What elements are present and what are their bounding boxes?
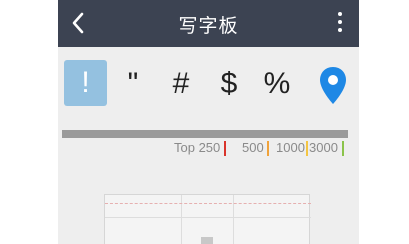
symbol-percent-button[interactable]: % xyxy=(255,60,299,108)
rank-marker-500 xyxy=(267,141,269,156)
symbol-exclamation-button[interactable]: ! xyxy=(64,60,107,106)
rank-marker-1000 xyxy=(306,141,308,156)
rank-label-3000: 3000 xyxy=(309,140,338,155)
rank-label-1000: 1000 xyxy=(276,140,305,155)
more-options-button[interactable] xyxy=(335,11,345,35)
rank-marker-3000 xyxy=(342,141,344,156)
rank-scale: Top 250 500 1000 3000 xyxy=(58,140,359,158)
more-vertical-icon xyxy=(338,12,342,16)
app-bar: 写字板 xyxy=(58,0,359,47)
symbol-quote-button[interactable]: " xyxy=(111,60,155,108)
app-screen: 写字板 ! " # $ % Top 250 500 1000 3000 xyxy=(58,0,359,244)
writing-board[interactable] xyxy=(104,194,311,244)
rank-label-500: 500 xyxy=(242,140,264,155)
rank-label-top250: Top 250 xyxy=(174,140,221,155)
symbol-hash-button[interactable]: # xyxy=(159,60,203,108)
location-button[interactable] xyxy=(318,66,348,106)
rank-progress-bar xyxy=(62,130,348,138)
symbol-bar: ! " # $ % xyxy=(64,60,354,108)
stroke-hint xyxy=(201,237,213,244)
page-title: 写字板 xyxy=(178,16,239,37)
symbol-dollar-button[interactable]: $ xyxy=(207,60,251,108)
map-pin-icon xyxy=(320,67,346,104)
rank-marker-top250 xyxy=(224,141,226,156)
